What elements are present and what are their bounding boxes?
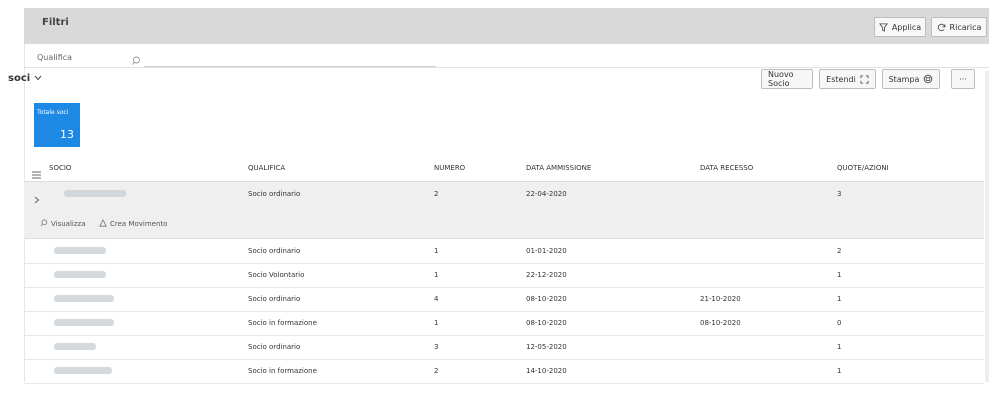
cell-data-ammissione: 01-01-2020 xyxy=(526,247,567,255)
cell-data-ammissione: 08-10-2020 xyxy=(526,319,567,327)
table-row[interactable]: Socio ordinario 3 12-05-2020 1 xyxy=(24,335,984,360)
cell-numero: 4 xyxy=(434,295,439,303)
filter-icon xyxy=(878,22,888,32)
apply-button[interactable]: Applica xyxy=(874,17,926,37)
cell-numero: 2 xyxy=(434,190,439,198)
column-header-quote-azioni[interactable]: QUOTE/AZIONI xyxy=(837,164,889,172)
cell-quote: 2 xyxy=(837,247,842,255)
member-name-redacted xyxy=(54,343,96,350)
printer-icon xyxy=(923,74,933,84)
cell-qualifica: Socio in formazione xyxy=(248,367,317,375)
scrollbar[interactable] xyxy=(985,71,989,382)
cell-qualifica: Socio ordinario xyxy=(248,247,301,255)
cell-data-recesso: 08-10-2020 xyxy=(700,319,741,327)
search-icon xyxy=(40,219,48,229)
menu-icon[interactable] xyxy=(32,164,41,183)
cell-quote: 3 xyxy=(837,190,842,198)
cell-numero: 1 xyxy=(434,247,439,255)
cell-numero: 1 xyxy=(434,271,439,279)
table-row[interactable]: Socio in formazione 2 14-10-2020 1 xyxy=(24,359,984,384)
more-button[interactable]: ··· xyxy=(951,69,975,89)
table-header: SOCIO QUALIFICA NUMERO DATA AMMISSIONE D… xyxy=(24,155,984,182)
column-header-qualifica[interactable]: QUALIFICA xyxy=(248,164,285,172)
reload-button[interactable]: Ricarica xyxy=(931,17,987,37)
table-row[interactable]: Socio in formazione 1 08-10-2020 08-10-2… xyxy=(24,311,984,336)
search-icon[interactable] xyxy=(131,51,141,70)
cell-qualifica: Socio ordinario xyxy=(248,190,301,198)
more-label: ··· xyxy=(959,74,967,84)
member-name-redacted xyxy=(64,190,126,197)
table-row[interactable]: Socio ordinario 2 22-04-2020 3 xyxy=(24,182,984,207)
filters-title: Filtri xyxy=(42,17,69,28)
column-header-numero[interactable]: NUMERO xyxy=(434,164,465,172)
apply-label: Applica xyxy=(891,22,922,32)
cell-data-ammissione: 12-05-2020 xyxy=(526,343,567,351)
app-root: Filtri Applica Ricarica Qualifica soci N… xyxy=(8,8,989,384)
cell-numero: 1 xyxy=(434,319,439,327)
qualifica-label: Qualifica xyxy=(37,53,73,62)
cell-quote: 1 xyxy=(837,271,842,279)
cell-quote: 1 xyxy=(837,343,842,351)
print-label: Stampa xyxy=(888,74,920,84)
cell-data-ammissione: 14-10-2020 xyxy=(526,367,567,375)
member-name-redacted xyxy=(54,295,114,302)
qualifica-filter: Qualifica xyxy=(24,49,989,68)
table-row[interactable]: Socio ordinario 4 08-10-2020 21-10-2020 … xyxy=(24,287,984,312)
member-name-redacted xyxy=(54,271,106,278)
cell-numero: 3 xyxy=(434,343,439,351)
cell-qualifica: Socio ordinario xyxy=(248,295,301,303)
create-movement-action[interactable]: Crea Movimento xyxy=(99,218,168,229)
cell-quote: 0 xyxy=(837,319,842,327)
new-member-label: Nuovo Socio xyxy=(768,70,794,88)
cell-data-ammissione: 22-04-2020 xyxy=(526,190,567,198)
column-header-socio[interactable]: SOCIO xyxy=(49,164,71,172)
cell-data-recesso: 21-10-2020 xyxy=(700,295,741,303)
cell-numero: 2 xyxy=(434,367,439,375)
chevron-down-icon xyxy=(34,73,42,84)
print-button[interactable]: Stampa xyxy=(882,69,940,89)
member-name-redacted xyxy=(54,247,106,254)
view-action[interactable]: Visualizza xyxy=(40,219,85,229)
member-name-redacted xyxy=(54,319,114,326)
expand-button[interactable]: Estendi xyxy=(819,69,876,89)
reload-label: Ricarica xyxy=(949,22,982,32)
refresh-icon xyxy=(937,23,946,32)
expand-label: Estendi xyxy=(826,74,856,84)
view-label: Visualizza xyxy=(51,220,86,228)
cell-qualifica: Socio in formazione xyxy=(248,319,317,327)
warning-icon xyxy=(99,218,107,229)
member-name-redacted xyxy=(54,367,112,374)
total-members-label: Totale soci xyxy=(37,109,69,116)
row-actions: Visualizza Crea Movimento xyxy=(24,206,984,239)
cell-quote: 1 xyxy=(837,367,842,375)
cell-data-ammissione: 08-10-2020 xyxy=(526,295,567,303)
section-title[interactable]: soci xyxy=(8,73,42,84)
create-movement-label: Crea Movimento xyxy=(110,220,168,228)
column-header-data-ammissione[interactable]: DATA AMMISSIONE xyxy=(526,164,591,172)
column-header-data-recesso[interactable]: DATA RECESSO xyxy=(700,164,753,172)
filters-bar: Filtri Applica Ricarica xyxy=(24,8,989,44)
new-member-button[interactable]: Nuovo Socio xyxy=(761,69,813,89)
total-members-value: 13 xyxy=(60,128,74,141)
expand-icon xyxy=(860,74,869,84)
cell-qualifica: Socio Volontario xyxy=(248,271,305,279)
section-title-text: soci xyxy=(8,73,31,84)
cell-quote: 1 xyxy=(837,295,842,303)
table-row[interactable]: Socio ordinario 1 01-01-2020 2 xyxy=(24,239,984,264)
table-row[interactable]: Socio Volontario 1 22-12-2020 1 xyxy=(24,263,984,288)
total-members-tile[interactable]: Totale soci 13 xyxy=(34,103,80,147)
cell-data-ammissione: 22-12-2020 xyxy=(526,271,567,279)
qualifica-input-line[interactable] xyxy=(144,66,436,67)
cell-qualifica: Socio ordinario xyxy=(248,343,301,351)
